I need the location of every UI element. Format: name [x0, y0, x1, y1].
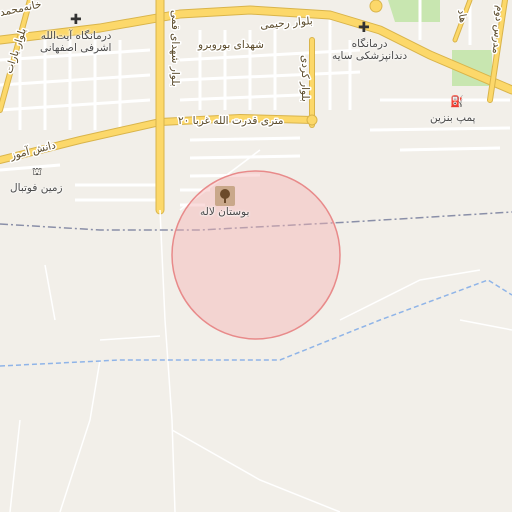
selected-area-circle[interactable]	[171, 170, 341, 340]
park-area-top-right	[388, 0, 440, 22]
map-canvas[interactable]: بلوار رحیمی شهدای بوروبرو ۲۰ متری قدرت ا…	[0, 0, 512, 512]
poi-clinic-right[interactable]: ✚ درمانگاه دندانپزشکی سایه	[332, 20, 408, 63]
tree-glyph	[220, 189, 230, 203]
road-label-top-right: هاد	[455, 8, 469, 23]
road-label-ghodrat: ۲۰ متری قدرت الله غربا	[178, 115, 284, 127]
park-tree-icon	[215, 186, 235, 206]
road-label-left-vertical: بلوار بارات	[3, 27, 29, 76]
road-label-bahar: بلوار شهدای قمی	[169, 10, 181, 87]
poi-clinic-left[interactable]: ✚ درمانگاه آیت‌الله اشرفی اصفهانی	[40, 12, 112, 55]
map-view[interactable]: بلوار رحیمی شهدای بوروبرو ۲۰ متری قدرت ا…	[0, 0, 512, 512]
medical-cross-icon: ✚	[358, 20, 370, 36]
gas-station-name: پمپ بنزین	[430, 112, 476, 124]
road-label-far-right: مدرس دوم	[490, 5, 506, 54]
poi-football-field[interactable]: ⛫ زمین فوتبال	[10, 165, 63, 194]
road-label-danesh: دانش آموز	[8, 138, 57, 162]
road-label-right-top: بلوار کردی	[299, 55, 311, 102]
road-label-north-boulevard: بلوار رحیمی	[260, 15, 314, 32]
fuel-pump-icon: ⛽	[450, 95, 464, 108]
football-field-name: زمین فوتبال	[10, 182, 63, 194]
clinic-right-name-line2: دندانپزشکی سایه	[332, 50, 408, 63]
road-label-top-left: خانه‌محمد	[0, 0, 43, 19]
park-name: بوستان لاله	[200, 206, 250, 218]
poi-park[interactable]: بوستان لاله	[200, 186, 249, 218]
roundabout-marker	[306, 114, 318, 126]
roundabout-marker-top	[369, 0, 383, 13]
road-label-shohada: شهدای بوروبرو	[197, 39, 264, 51]
clinic-left-name-line2: اشرفی اصفهانی	[40, 42, 112, 55]
sports-field-icon: ⛫	[32, 165, 43, 178]
poi-gas-station[interactable]: ⛽ پمپ بنزین	[430, 95, 476, 124]
clinic-left-name-line1: درمانگاه آیت‌الله	[40, 30, 112, 42]
clinic-right-name-line1: درمانگاه	[351, 38, 388, 50]
medical-cross-icon: ✚	[70, 12, 82, 28]
